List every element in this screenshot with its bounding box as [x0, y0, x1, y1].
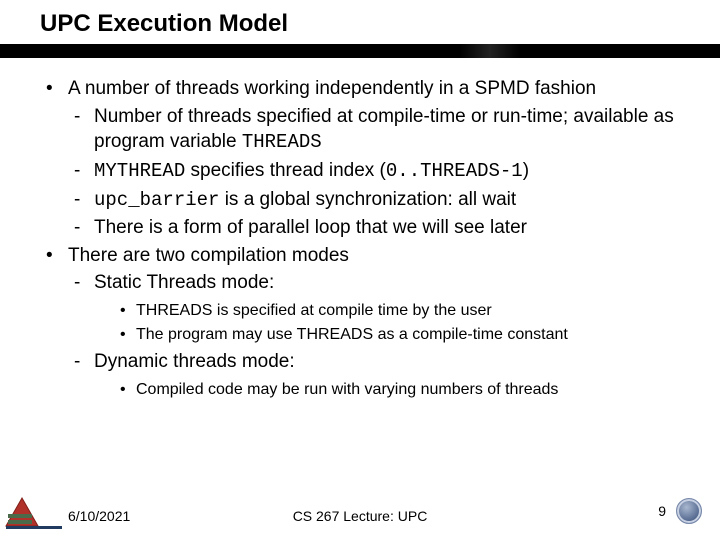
- sub-item: There is a form of parallel loop that we…: [68, 215, 690, 241]
- slide-title: UPC Execution Model: [40, 10, 720, 38]
- sub-item: Number of threads specified at compile-t…: [68, 104, 690, 156]
- subsub-item: Compiled code may be run with varying nu…: [118, 379, 690, 401]
- title-bar: UPC Execution Model: [0, 0, 720, 38]
- footer-date: 6/10/2021: [68, 508, 130, 524]
- subsub-list: Compiled code may be run with varying nu…: [118, 379, 690, 401]
- lab-logo-icon: [4, 486, 64, 530]
- subsub-item: THREADS is specified at compile time by …: [118, 300, 690, 322]
- page-number: 9: [658, 503, 666, 519]
- sub-item: Dynamic threads mode:Compiled code may b…: [68, 349, 690, 400]
- sub-item: MYTHREAD specifies thread index (0..THRE…: [68, 158, 690, 185]
- subsub-list: THREADS is specified at compile time by …: [118, 300, 690, 345]
- seal-icon: [676, 498, 702, 524]
- sub-list: Number of threads specified at compile-t…: [68, 104, 690, 241]
- sub-list: Static Threads mode:THREADS is specified…: [68, 270, 690, 400]
- subsub-item: The program may use THREADS as a compile…: [118, 324, 690, 346]
- sub-item: Static Threads mode:THREADS is specified…: [68, 270, 690, 345]
- bullet-item: There are two compilation modesStatic Th…: [40, 243, 690, 401]
- slide-content: A number of threads working independentl…: [0, 58, 720, 401]
- bullet-item: A number of threads working independentl…: [40, 76, 690, 241]
- footer-center: CS 267 Lecture: UPC: [293, 508, 428, 524]
- bullet-list: A number of threads working independentl…: [40, 76, 690, 401]
- title-underline: [0, 44, 720, 58]
- footer-right: 9: [658, 498, 702, 524]
- sub-item: upc_barrier is a global synchronization:…: [68, 187, 690, 214]
- footer: 6/10/2021 CS 267 Lecture: UPC 9: [0, 484, 720, 532]
